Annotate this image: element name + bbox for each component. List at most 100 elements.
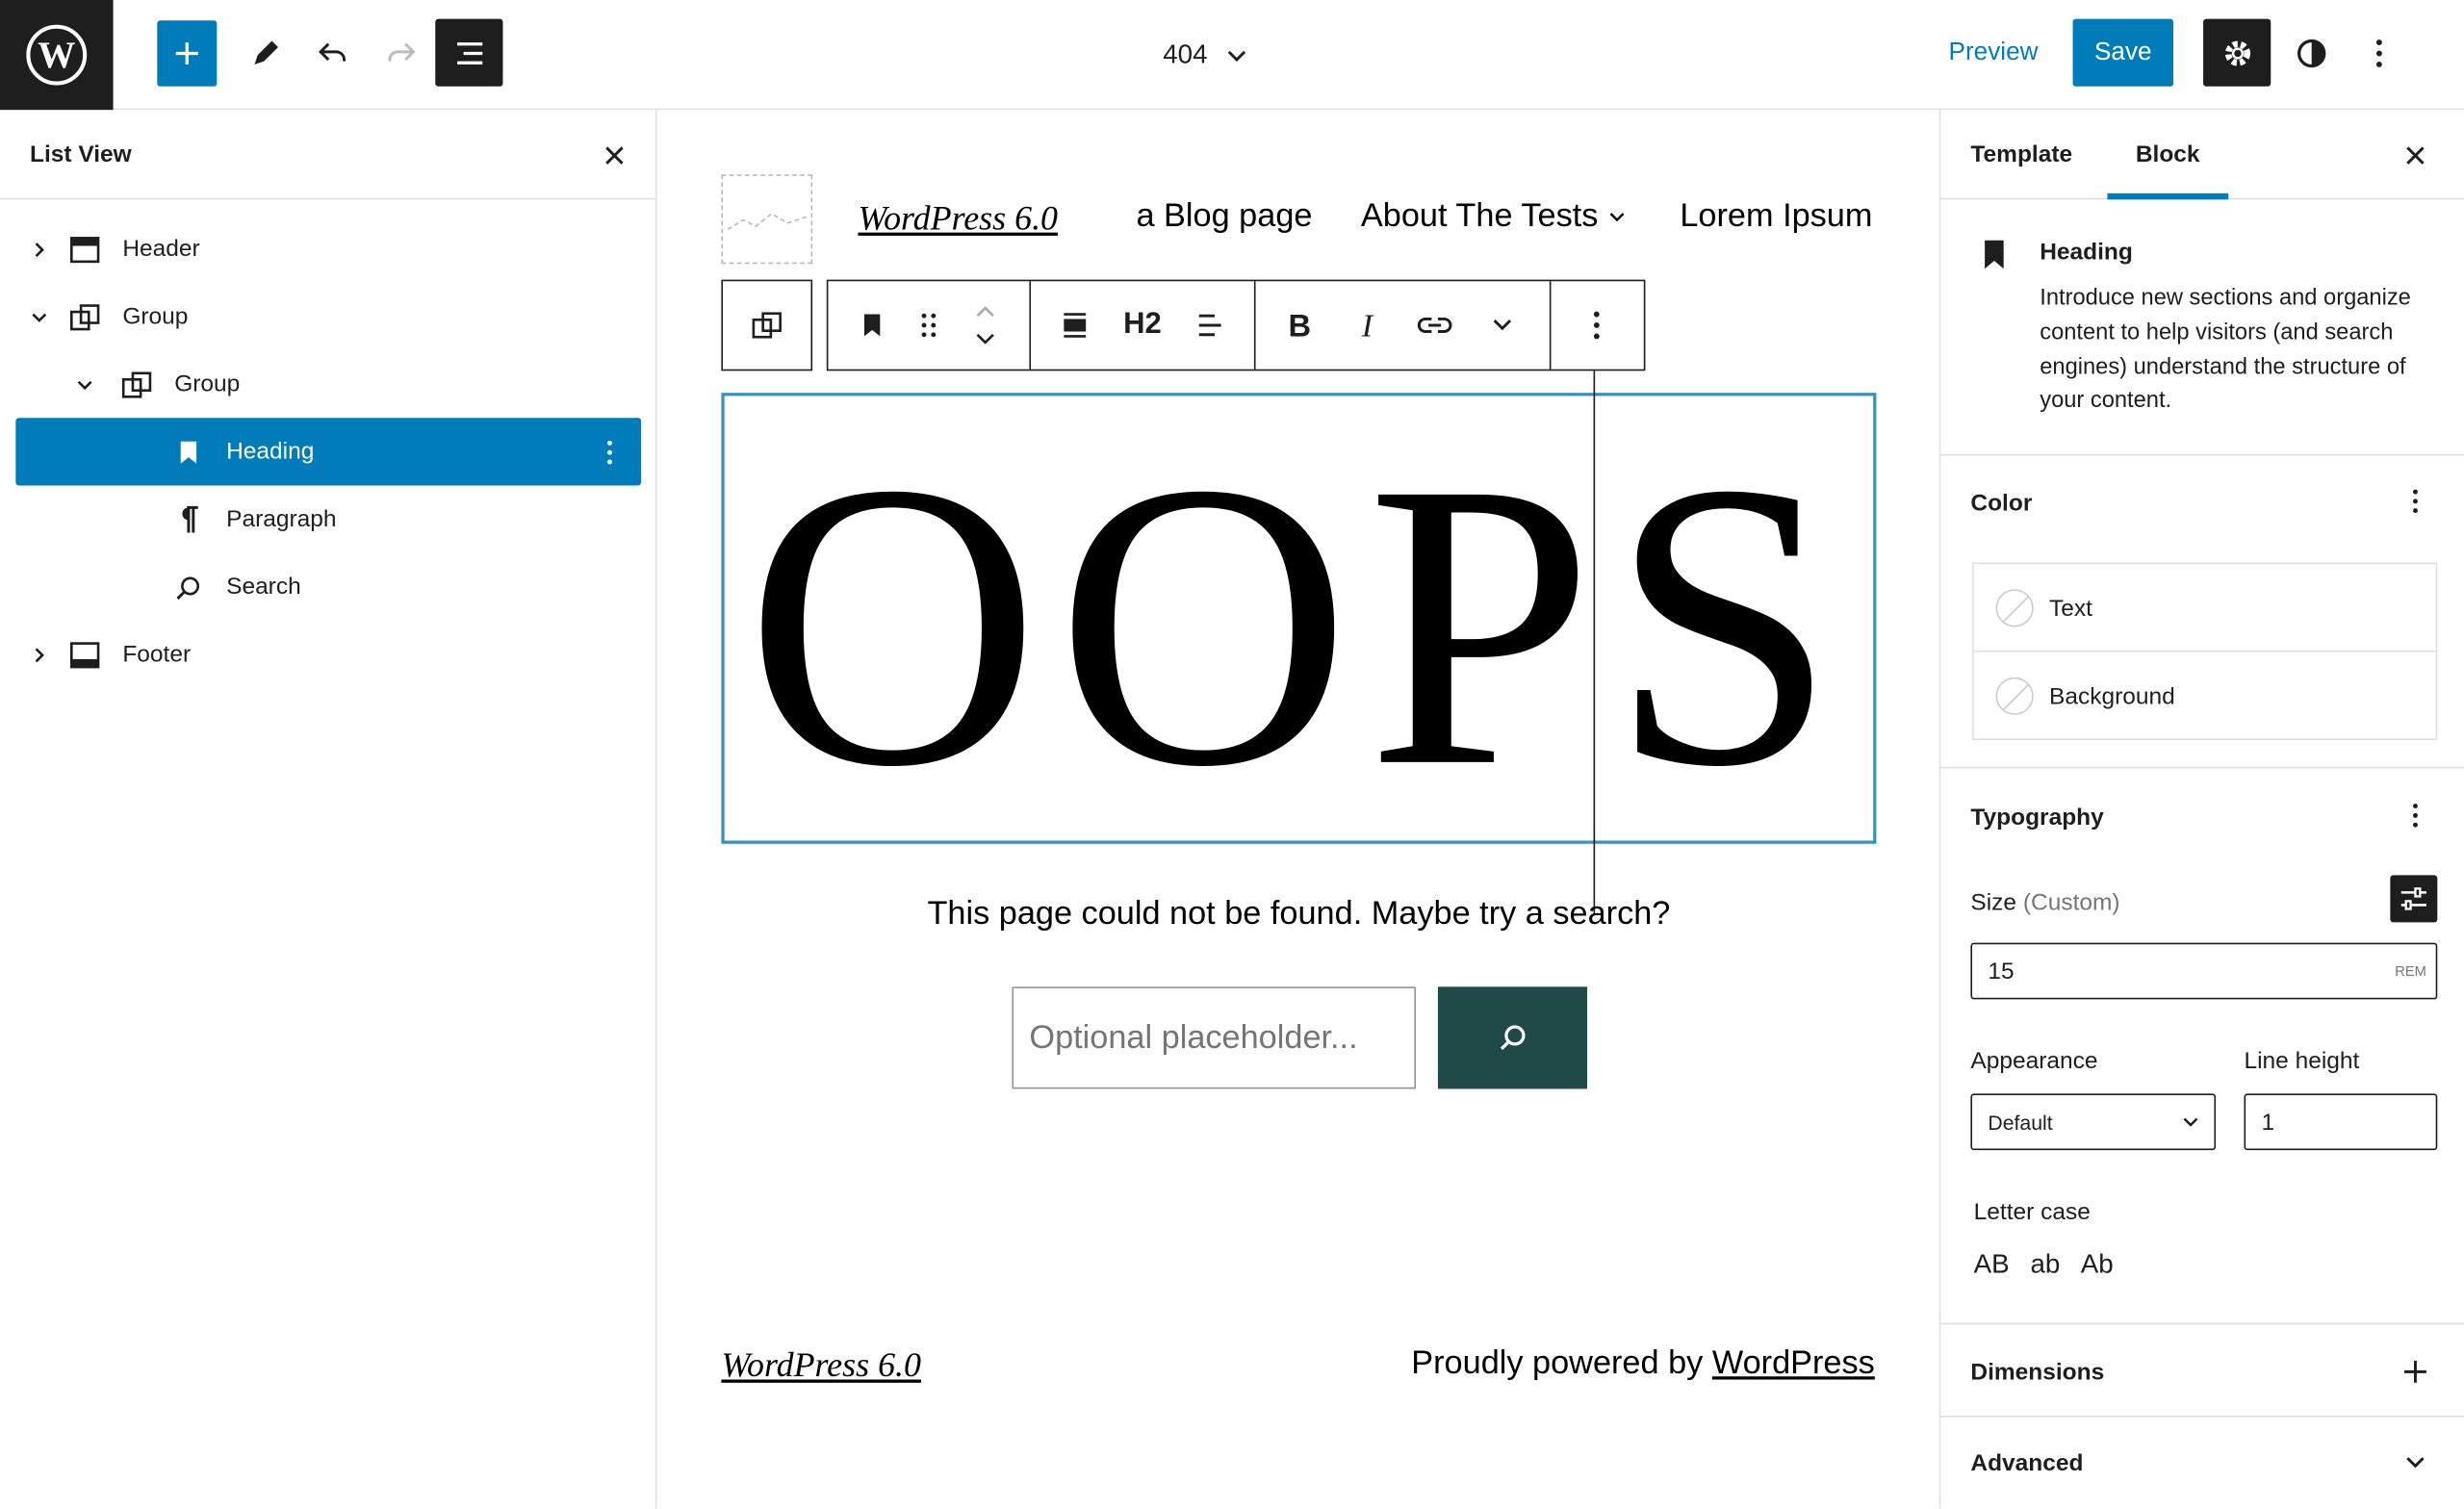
bookmark-icon: [169, 433, 207, 471]
options-button[interactable]: [2349, 20, 2409, 87]
font-size-custom-toggle[interactable]: [2390, 875, 2438, 923]
line-height-label: Line height: [2244, 1048, 2360, 1075]
chevron-down-icon: [1228, 50, 1246, 63]
bold-icon: B: [1288, 311, 1311, 339]
footer-site-title[interactable]: WordPress 6.0: [721, 1345, 921, 1386]
search-input[interactable]: Optional placeholder...: [1012, 986, 1417, 1089]
list-item-group-nested[interactable]: Group: [15, 350, 641, 418]
bold-button[interactable]: B: [1256, 281, 1344, 369]
chevron-right-icon[interactable]: [27, 237, 52, 262]
chevron-up-icon[interactable]: [974, 303, 996, 319]
list-item-heading[interactable]: Heading: [15, 418, 642, 486]
align-left-icon: [1198, 314, 1221, 337]
typography-panel-title: Typography: [1970, 804, 2104, 831]
font-size-input[interactable]: 15 REM: [1970, 942, 2438, 1000]
site-logo-placeholder[interactable]: [721, 174, 813, 265]
footer-wordpress-link[interactable]: WordPress: [1712, 1345, 1875, 1382]
preview-button[interactable]: Preview: [1936, 22, 2050, 85]
advanced-toggle-button[interactable]: [2397, 1444, 2434, 1481]
edit-tools-button[interactable]: [236, 20, 295, 87]
line-height-input[interactable]: 1: [2244, 1093, 2438, 1151]
search-submit-button[interactable]: [1437, 986, 1588, 1089]
list-item-header[interactable]: Header: [15, 216, 641, 283]
heading-text[interactable]: OOPS: [745, 421, 1853, 830]
list-item-label: Group: [174, 371, 241, 398]
letter-case-lowercase[interactable]: ab: [2030, 1249, 2060, 1281]
chevron-down-icon: [2183, 1117, 2198, 1127]
dimensions-add-button[interactable]: [2397, 1353, 2434, 1391]
text-align-button[interactable]: [1166, 281, 1253, 369]
group-icon: [752, 312, 782, 339]
more-vertical-icon[interactable]: [597, 433, 622, 471]
italic-icon: I: [1361, 311, 1374, 339]
placeholder-illustration-icon: [727, 212, 807, 230]
sidebar-close-button[interactable]: [2399, 139, 2433, 173]
dimensions-panel-title[interactable]: Dimensions: [1970, 1359, 2104, 1386]
select-parent-button[interactable]: [723, 281, 810, 369]
heading-block-selected[interactable]: OOPS: [721, 393, 1877, 844]
list-item-footer[interactable]: Footer: [15, 621, 641, 688]
letter-case-uppercase[interactable]: AB: [1974, 1249, 2010, 1281]
typography-options-button[interactable]: [2397, 797, 2434, 834]
drag-handle[interactable]: [916, 281, 941, 369]
block-type-button[interactable]: [828, 281, 915, 369]
svg-text:I: I: [1361, 311, 1374, 339]
more-vertical-icon: [2413, 489, 2418, 514]
italic-button[interactable]: I: [1344, 281, 1391, 369]
more-vertical-icon: [1593, 311, 1600, 340]
styles-button[interactable]: [2282, 20, 2342, 87]
color-item-label: Background: [2049, 682, 2175, 710]
settings-button[interactable]: [2203, 18, 2272, 87]
undo-button[interactable]: [303, 20, 363, 87]
nav-item-about[interactable]: About The Tests: [1361, 198, 1627, 236]
wordpress-logo[interactable]: W: [0, 0, 114, 111]
chevron-right-icon[interactable]: [27, 642, 52, 667]
toolbar-main-group: H2 B I: [826, 279, 1646, 371]
color-background-item[interactable]: Background: [1974, 652, 2436, 740]
list-item-search[interactable]: Search: [15, 553, 641, 621]
link-icon: [1417, 317, 1452, 333]
color-text-item[interactable]: Text: [1974, 564, 2436, 652]
list-item-label: Group: [122, 303, 189, 330]
sliders-icon: [2400, 887, 2426, 910]
nav-item-blog[interactable]: a Blog page: [1136, 198, 1312, 236]
list-view-header: List View: [0, 110, 655, 200]
list-view-close-button[interactable]: [597, 139, 631, 173]
letter-case-label: Letter case: [1973, 1198, 2091, 1226]
list-item-label: Heading: [226, 438, 315, 466]
heading-level-button[interactable]: H2: [1118, 281, 1166, 369]
letter-case-capitalize[interactable]: Ab: [2081, 1249, 2114, 1281]
list-item-group[interactable]: Group: [15, 283, 641, 350]
move-buttons[interactable]: [941, 281, 1029, 369]
pencil-icon: [254, 40, 278, 64]
line-height-value: 1: [2261, 1108, 2275, 1136]
advanced-panel-title[interactable]: Advanced: [1970, 1450, 2083, 1477]
list-item-label: Header: [122, 235, 200, 263]
document-title-dropdown[interactable]: 404: [1163, 35, 1248, 75]
nav-item-lorem[interactable]: Lorem Ipsum: [1680, 198, 1872, 236]
color-items: Text Background: [1972, 562, 2438, 741]
paragraph-block[interactable]: This page could not be found. Maybe try …: [721, 896, 1876, 934]
align-button[interactable]: [1031, 281, 1118, 369]
chevron-down-icon[interactable]: [72, 371, 97, 396]
link-button[interactable]: [1391, 281, 1478, 369]
site-title[interactable]: WordPress 6.0: [858, 198, 1058, 239]
tab-block[interactable]: Block: [2107, 110, 2228, 200]
more-formats-button[interactable]: [1478, 281, 1526, 369]
font-size-unit[interactable]: REM: [2395, 963, 2426, 979]
block-card-description: Introduce new sections and organize cont…: [2040, 286, 2411, 415]
chevron-down-icon[interactable]: [27, 304, 52, 329]
save-button[interactable]: Save: [2072, 18, 2174, 87]
list-view-toggle[interactable]: [435, 18, 503, 87]
redo-button[interactable]: [371, 20, 430, 87]
search-icon: [1500, 1024, 1525, 1050]
chevron-down-icon[interactable]: [974, 331, 996, 346]
close-icon: [605, 146, 624, 165]
add-block-button[interactable]: [157, 20, 218, 87]
tab-template[interactable]: Template: [1942, 110, 2100, 199]
nav-item-label: About The Tests: [1360, 197, 1599, 235]
appearance-select[interactable]: Default: [1970, 1093, 2217, 1151]
block-options-button[interactable]: [1551, 281, 1642, 369]
color-options-button[interactable]: [2397, 482, 2434, 520]
list-item-paragraph[interactable]: Paragraph: [15, 486, 641, 553]
